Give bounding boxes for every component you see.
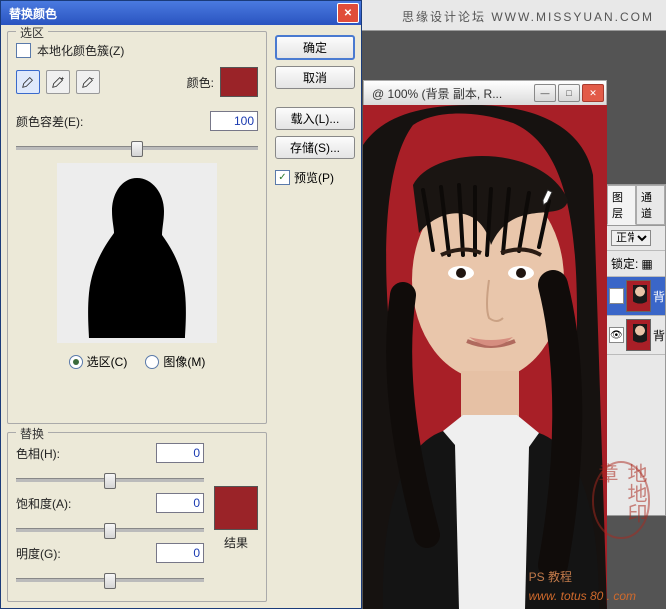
tab-channels[interactable]: 通道 <box>636 185 665 225</box>
svg-text:−: − <box>91 75 95 82</box>
lightness-input[interactable] <box>156 543 204 563</box>
image-radio[interactable] <box>145 355 159 369</box>
close-icon[interactable]: ✕ <box>582 84 604 102</box>
layer-name: 背 <box>653 327 665 344</box>
document-window: @ 100% (背景 副本, R... — □ ✕ <box>363 80 607 609</box>
layer-thumbnail <box>626 280 651 312</box>
result-label: 结果 <box>224 534 248 551</box>
lightness-label: 明度(G): <box>16 545 61 562</box>
saturation-label: 饱和度(A): <box>16 495 71 512</box>
save-button[interactable]: 存储(S)... <box>275 136 355 159</box>
lock-transparency-icon[interactable]: ▦ <box>641 257 652 271</box>
eyedropper-add-icon[interactable]: + <box>46 70 70 94</box>
selection-preview <box>57 163 217 343</box>
replace-group: 替换 色相(H): 饱和度(A): <box>7 432 267 602</box>
replace-legend: 替换 <box>16 425 48 442</box>
photo-content <box>363 105 607 609</box>
close-icon[interactable]: ✕ <box>337 3 359 23</box>
replace-color-dialog: 替换颜色 ✕ 选区 本地化颜色簇(Z) + <box>0 0 362 609</box>
saturation-slider[interactable] <box>16 521 204 539</box>
selection-radio-label: 选区(C) <box>87 353 128 370</box>
preview-label: 预览(P) <box>294 169 334 186</box>
localized-clusters-label: 本地化颜色簇(Z) <box>37 42 124 59</box>
fuzziness-slider[interactable] <box>16 139 258 157</box>
layer-row[interactable]: 👁 背 <box>607 277 665 316</box>
document-title: @ 100% (背景 副本, R... <box>372 85 502 102</box>
selection-legend: 选区 <box>16 25 48 41</box>
tab-layers[interactable]: 图层 <box>607 185 636 225</box>
blend-mode-select[interactable]: 正常 <box>611 230 651 246</box>
watermark-top: 思缘设计论坛 WWW.MISSYUAN.COM <box>402 8 654 25</box>
layer-thumbnail <box>626 319 651 351</box>
fuzziness-label: 颜色容差(E): <box>16 113 83 130</box>
selection-group: 选区 本地化颜色簇(Z) + − 颜色: <box>7 31 267 424</box>
sample-color-swatch[interactable] <box>220 67 258 97</box>
saturation-input[interactable] <box>156 493 204 513</box>
layer-name: 背 <box>653 288 665 305</box>
layers-panel: 图层 通道 正常 锁定: ▦ 👁 背 👁 背 <box>606 184 666 516</box>
hue-slider[interactable] <box>16 471 204 489</box>
document-titlebar[interactable]: @ 100% (背景 副本, R... — □ ✕ <box>363 80 607 106</box>
document-canvas[interactable] <box>363 105 607 609</box>
localized-clusters-checkbox[interactable] <box>16 43 31 58</box>
fuzziness-input[interactable] <box>210 111 258 131</box>
ok-button[interactable]: 确定 <box>275 35 355 60</box>
eyedropper-icon[interactable] <box>16 70 40 94</box>
lightness-slider[interactable] <box>16 571 204 589</box>
lock-label: 锁定: <box>611 255 638 272</box>
dialog-titlebar[interactable]: 替换颜色 ✕ <box>1 1 361 25</box>
selection-radio[interactable] <box>69 355 83 369</box>
dialog-title: 替换颜色 <box>9 5 57 22</box>
color-label: 颜色: <box>187 74 214 91</box>
eyedropper-subtract-icon[interactable]: − <box>76 70 100 94</box>
visibility-icon[interactable]: 👁 <box>609 288 624 304</box>
mask-silhouette-icon <box>77 173 197 338</box>
svg-text:+: + <box>61 75 65 82</box>
load-button[interactable]: 载入(L)... <box>275 107 355 130</box>
minimize-icon[interactable]: — <box>534 84 556 102</box>
maximize-icon[interactable]: □ <box>558 84 580 102</box>
cancel-button[interactable]: 取消 <box>275 66 355 89</box>
hue-input[interactable] <box>156 443 204 463</box>
result-color-swatch[interactable] <box>214 486 258 530</box>
preview-checkbox[interactable]: ✓ <box>275 170 290 185</box>
layer-row[interactable]: 👁 背 <box>607 316 665 355</box>
visibility-icon[interactable]: 👁 <box>609 327 624 343</box>
hue-label: 色相(H): <box>16 445 60 462</box>
image-radio-label: 图像(M) <box>163 353 205 370</box>
